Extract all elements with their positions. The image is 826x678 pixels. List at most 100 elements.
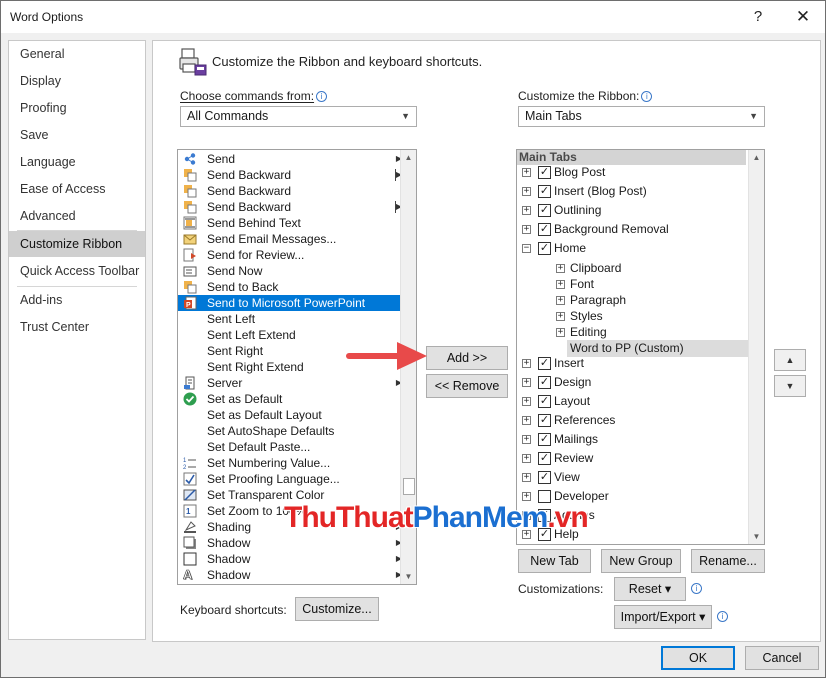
command-item[interactable]: Send Backward ▶ [178, 167, 410, 183]
command-item[interactable]: Set Proofing Language... [178, 471, 410, 487]
tab-checkbox[interactable]: ✓ [538, 242, 551, 255]
close-button[interactable]: ✕ [788, 5, 818, 29]
command-item[interactable]: Shadow ▶ [178, 535, 410, 551]
expand-icon[interactable]: + [556, 328, 565, 337]
expand-icon[interactable]: + [556, 312, 565, 321]
scroll-up-arrow[interactable]: ▲ [749, 150, 764, 165]
help-button[interactable]: ? [743, 5, 773, 29]
expand-icon[interactable]: + [522, 206, 531, 215]
command-item[interactable]: Send Backward ▶ [178, 199, 410, 215]
command-item[interactable]: Send Now [178, 263, 410, 279]
scroll-up-arrow[interactable]: ▲ [401, 150, 416, 165]
ribbon-scrollbar[interactable]: ▲ ▼ [748, 150, 764, 544]
expand-icon[interactable]: + [522, 168, 531, 177]
commands-from-dropdown[interactable]: All Commands ▼ [180, 106, 417, 127]
tree-item[interactable]: + ✓ Help [522, 526, 748, 543]
move-down-button[interactable]: ▼ [774, 375, 806, 397]
expand-icon[interactable]: + [522, 492, 531, 501]
tab-checkbox[interactable]: ✓ [538, 376, 551, 389]
scroll-down-arrow[interactable]: ▼ [749, 529, 764, 544]
nav-item-language[interactable]: Language [9, 149, 145, 175]
command-item[interactable]: Set as Default [178, 391, 410, 407]
nav-item-advanced[interactable]: Advanced [9, 203, 145, 229]
tree-item[interactable]: + ✓ Design [522, 374, 748, 391]
command-item[interactable]: A A Shadow ▶ [178, 567, 410, 583]
collapse-icon[interactable]: − [522, 244, 531, 253]
tree-item[interactable]: + ✓ Background Removal [522, 221, 748, 238]
reset-button[interactable]: Reset ▾ [614, 577, 686, 601]
expand-icon[interactable]: + [522, 225, 531, 234]
expand-icon[interactable]: + [522, 378, 531, 387]
tab-checkbox[interactable]: ✓ [538, 357, 551, 370]
expand-icon[interactable]: + [556, 296, 565, 305]
nav-item-general[interactable]: General [9, 41, 145, 67]
expand-icon[interactable]: + [522, 359, 531, 368]
nav-item-display[interactable]: Display [9, 68, 145, 94]
tree-item[interactable]: + Editing [556, 324, 748, 341]
ok-button[interactable]: OK [661, 646, 735, 670]
nav-item-trust-center[interactable]: Trust Center [9, 314, 145, 340]
command-item[interactable]: 1 2 Set Numbering Value... [178, 455, 410, 471]
tab-checkbox[interactable]: ✓ [538, 528, 551, 541]
tab-checkbox[interactable]: ✓ [538, 204, 551, 217]
tree-item[interactable]: + Clipboard [556, 260, 748, 277]
tab-checkbox[interactable]: ✓ [538, 452, 551, 465]
customize-shortcuts-button[interactable]: Customize... [295, 597, 379, 621]
remove-button[interactable]: << Remove [426, 374, 508, 398]
info-icon[interactable]: i [717, 611, 728, 622]
command-item[interactable]: Send for Review... [178, 247, 410, 263]
expand-icon[interactable]: + [522, 397, 531, 406]
tab-checkbox[interactable]: ✓ [538, 185, 551, 198]
move-up-button[interactable]: ▲ [774, 349, 806, 371]
nav-item-add-ins[interactable]: Add-ins [9, 287, 145, 313]
command-item[interactable]: Sent Left [178, 311, 410, 327]
expand-icon[interactable]: + [522, 454, 531, 463]
tree-item[interactable]: + ✓ Review [522, 450, 748, 467]
command-item[interactable]: Shading ▶ [178, 519, 410, 535]
tab-checkbox[interactable]: ✓ [538, 223, 551, 236]
nav-item-ease-of-access[interactable]: Ease of Access [9, 176, 145, 202]
command-item[interactable]: Send Behind Text [178, 215, 410, 231]
info-icon[interactable]: i [316, 91, 328, 102]
tree-item[interactable]: + ✓ Insert [522, 355, 748, 372]
tab-checkbox[interactable]: ✓ [538, 433, 551, 446]
tree-item[interactable]: + ✓ Mailings [522, 431, 748, 448]
nav-item-customize-ribbon[interactable]: Customize Ribbon [9, 231, 145, 257]
expand-icon[interactable]: + [522, 511, 531, 520]
tree-item[interactable]: + Developer [522, 488, 748, 505]
expand-icon[interactable]: + [522, 473, 531, 482]
expand-icon[interactable]: + [522, 530, 531, 539]
tab-checkbox[interactable]: ✓ [538, 509, 551, 522]
expand-icon[interactable]: + [556, 264, 565, 273]
expand-icon[interactable]: + [522, 435, 531, 444]
tab-checkbox[interactable]: ✓ [538, 395, 551, 408]
scroll-down-arrow[interactable]: ▼ [401, 569, 416, 584]
tree-item[interactable]: + Styles [556, 308, 748, 325]
tree-item[interactable]: − ✓ Home [522, 240, 748, 257]
command-item[interactable]: 1 Set Zoom to 100% [178, 503, 410, 519]
tree-item[interactable]: + ✓ Layout [522, 393, 748, 410]
tree-item[interactable]: + ✓ Insert (Blog Post) [522, 183, 748, 200]
expand-icon[interactable]: + [522, 187, 531, 196]
command-item[interactable]: Send ▶ [178, 151, 410, 167]
expand-icon[interactable]: + [522, 416, 531, 425]
nav-item-proofing[interactable]: Proofing [9, 95, 145, 121]
new-tab-button[interactable]: New Tab [518, 549, 591, 573]
nav-item-quick-access-toolbar[interactable]: Quick Access Toolbar [9, 258, 145, 284]
tree-item[interactable]: + Font [556, 276, 748, 293]
command-item[interactable]: Send to Back [178, 279, 410, 295]
import-export-button[interactable]: Import/Export ▾ [614, 605, 712, 629]
tree-item[interactable]: + ✓ View [522, 469, 748, 486]
add-button[interactable]: Add >> [426, 346, 508, 370]
command-item[interactable]: Set AutoShape Defaults [178, 423, 410, 439]
tree-item[interactable]: + Paragraph [556, 292, 748, 309]
tree-item[interactable]: + ✓ References [522, 412, 748, 429]
command-item[interactable]: Server ▶ [178, 375, 410, 391]
tab-checkbox[interactable]: ✓ [538, 166, 551, 179]
new-group-button[interactable]: New Group [601, 549, 681, 573]
expand-icon[interactable]: + [556, 280, 565, 289]
tab-checkbox[interactable]: ✓ [538, 414, 551, 427]
command-item[interactable]: Set Transparent Color [178, 487, 410, 503]
nav-item-save[interactable]: Save [9, 122, 145, 148]
tree-item[interactable]: + ✓ Outlining [522, 202, 748, 219]
